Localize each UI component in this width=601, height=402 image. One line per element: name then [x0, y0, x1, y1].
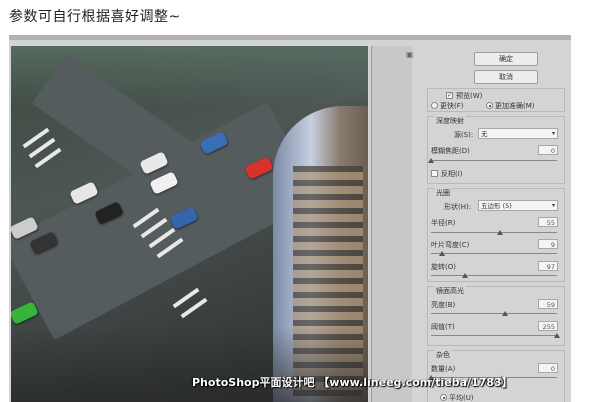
- source-label: 源(S):: [454, 131, 474, 139]
- iris-group: 光圈 形状(H): 五边形 (5) ▾ 半径(R) 55 叶片弯度(C) 9 旋…: [427, 188, 565, 282]
- focal-slider-knob[interactable]: [428, 158, 434, 163]
- preview-image: [11, 46, 368, 402]
- focal-slider-track: [431, 160, 557, 161]
- rotation-slider-track: [431, 275, 557, 276]
- accurate-radio[interactable]: [486, 102, 493, 109]
- lens-blur-dialog: ▣ 确定 取消 ✓ 预览(W) 更快(F) 更加准确(M) 深度映射 源(S):…: [9, 35, 571, 402]
- iris-title: 光圈: [434, 188, 452, 198]
- noise-title: 杂色: [434, 350, 452, 360]
- ok-button[interactable]: 确定: [474, 52, 538, 66]
- watermark: PhotoShop平面设计吧 【www.lineeg.com/tieba/178…: [192, 376, 513, 389]
- faster-radio[interactable]: [431, 102, 438, 109]
- threshold-field[interactable]: 255: [538, 321, 558, 331]
- amount-label: 数量(A): [431, 365, 456, 373]
- source-select[interactable]: 无 ▾: [478, 128, 558, 139]
- source-value: 无: [481, 130, 488, 138]
- brightness-label: 亮度(B): [431, 301, 456, 309]
- radius-field[interactable]: 55: [538, 217, 558, 227]
- faster-label: 更快(F): [440, 102, 464, 110]
- cancel-button[interactable]: 取消: [474, 70, 538, 84]
- specular-title: 镜面高光: [434, 286, 466, 296]
- preview-label: 预览(W): [456, 92, 483, 100]
- rotation-slider-knob[interactable]: [462, 273, 469, 278]
- invert-label: 反相(I): [441, 170, 463, 178]
- radius-slider-track: [431, 232, 557, 233]
- shape-value: 五边形 (5): [481, 202, 512, 210]
- brightness-slider-knob[interactable]: [502, 311, 509, 316]
- shape-label: 形状(H):: [444, 203, 472, 211]
- curvature-field[interactable]: 9: [538, 239, 558, 249]
- focal-field[interactable]: 0: [538, 145, 558, 155]
- rotation-label: 旋转(O): [431, 263, 456, 271]
- radius-label: 半径(R): [431, 219, 456, 227]
- uniform-radio[interactable]: [440, 394, 447, 401]
- post-caption: 参数可自行根据喜好调整~: [9, 9, 181, 25]
- close-icon[interactable]: ▣: [406, 50, 414, 59]
- accurate-label: 更加准确(M): [495, 102, 535, 110]
- preview-scroll-area[interactable]: ▣: [371, 46, 414, 402]
- preview-checkbox[interactable]: ✓: [446, 92, 453, 99]
- depth-map-title: 深度映射: [434, 116, 466, 126]
- invert-checkbox[interactable]: [431, 170, 438, 177]
- curvature-label: 叶片弯度(C): [431, 241, 470, 249]
- settings-panel: 确定 取消 ✓ 预览(W) 更快(F) 更加准确(M) 深度映射 源(S): 无…: [419, 46, 569, 402]
- car: [11, 301, 39, 325]
- depth-map-group: 深度映射 源(S): 无 ▾ 模糊焦距(D) 0 反相(I): [427, 116, 565, 184]
- threshold-slider-knob[interactable]: [554, 333, 560, 338]
- blurred-bottom-area: [11, 327, 368, 402]
- brightness-slider-track: [431, 313, 557, 314]
- page-margin: [579, 0, 601, 402]
- amount-field[interactable]: 0: [538, 363, 558, 373]
- specular-group: 镜面高光 亮度(B) 59 阈值(T) 255: [427, 286, 565, 346]
- chevron-down-icon: ▾: [551, 202, 555, 209]
- brightness-field[interactable]: 59: [538, 299, 558, 309]
- threshold-slider-track: [431, 335, 557, 336]
- radius-slider-knob[interactable]: [497, 230, 504, 235]
- curvature-slider-track: [431, 253, 557, 254]
- curvature-slider-knob[interactable]: [439, 251, 446, 256]
- focal-label: 模糊焦距(D): [431, 147, 470, 155]
- threshold-label: 阈值(T): [431, 323, 455, 331]
- shape-select[interactable]: 五边形 (5) ▾: [478, 200, 558, 211]
- preview-group: ✓ 预览(W) 更快(F) 更加准确(M): [427, 88, 565, 112]
- rotation-field[interactable]: 97: [538, 261, 558, 271]
- uniform-label: 平均(U): [449, 394, 474, 402]
- chevron-down-icon: ▾: [551, 130, 555, 137]
